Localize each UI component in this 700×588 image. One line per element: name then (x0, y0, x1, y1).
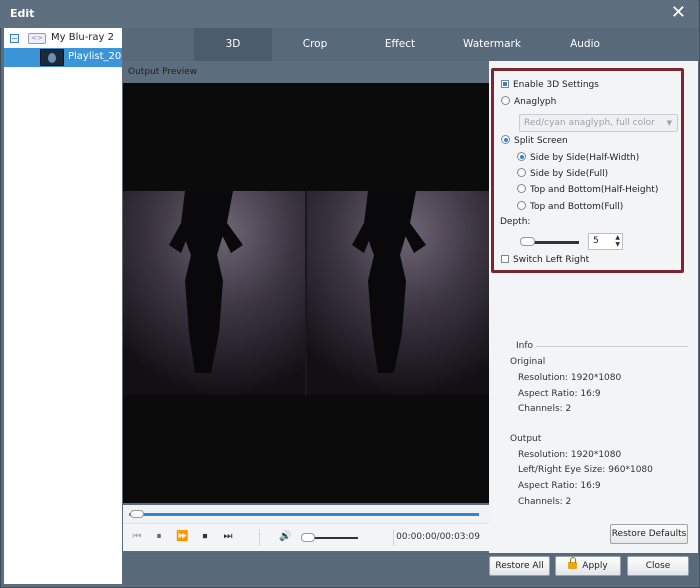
skip-forward-icon[interactable]: ⏭ (222, 531, 234, 543)
volume-icon[interactable]: 🔊 (279, 531, 291, 543)
original-channels: Channels: 2 (518, 404, 572, 414)
3d-settings-box: Enable 3D Settings Anaglyph Red/cyan ana… (491, 68, 684, 273)
chevron-down-icon: ▼ (666, 119, 672, 127)
seek-track (129, 513, 479, 516)
output-eye-size: Left/Right Eye Size: 960*1080 (518, 465, 653, 475)
tab-effect[interactable]: Effect (365, 28, 435, 61)
close-icon[interactable]: ✕ (671, 3, 686, 23)
side-by-side-half-radio[interactable]: Side by Side(Half-Width) (517, 152, 639, 163)
split-option-label: Side by Side(Half-Width) (530, 153, 640, 163)
top-bottom-full-radio[interactable]: Top and Bottom(Full) (517, 201, 623, 212)
restore-all-button[interactable]: Restore All (489, 556, 550, 576)
close-button[interactable]: Close (627, 556, 689, 576)
fast-forward-icon[interactable]: ⏩ (176, 531, 188, 543)
source-tree: − <> My Blu-ray 2 Playlist_200 (4, 28, 128, 584)
output-preview-label: Output Preview (128, 67, 198, 77)
radio-selected-icon (501, 135, 510, 144)
tab-crop[interactable]: Crop (280, 28, 350, 61)
output-channels: Channels: 2 (518, 497, 572, 507)
preview-frame-image (123, 83, 489, 503)
anaglyph-dropdown-value: Red/cyan anaglyph, full color (524, 118, 655, 128)
bluray-disc-icon: <> (28, 33, 46, 44)
switch-left-right-checkbox[interactable]: Switch Left Right (501, 255, 589, 265)
depth-spinbox[interactable]: 5 ▲ ▼ (588, 233, 623, 250)
split-option-label: Side by Side(Full) (530, 169, 609, 179)
pause-icon[interactable]: ⏸ (153, 531, 165, 543)
playlist-thumbnail (40, 49, 64, 66)
apply-label: Apply (582, 561, 608, 571)
radio-icon (517, 201, 526, 210)
anaglyph-label: Anaglyph (514, 97, 557, 107)
radio-selected-icon (517, 152, 526, 161)
enable-3d-checkbox[interactable]: Enable 3D Settings (501, 80, 599, 90)
split-option-label: Top and Bottom(Full) (530, 202, 624, 212)
output-heading: Output (510, 434, 542, 444)
radio-icon (517, 168, 526, 177)
tab-watermark[interactable]: Watermark (452, 28, 532, 61)
anaglyph-dropdown[interactable]: Red/cyan anaglyph, full color ▼ (519, 114, 678, 132)
checkbox-icon (501, 255, 509, 263)
apply-button[interactable]: Apply (555, 556, 621, 576)
info-heading: Info (513, 341, 537, 351)
collapse-icon[interactable]: − (10, 34, 19, 43)
spin-arrows-icon[interactable]: ▲ ▼ (615, 234, 620, 248)
tab-audio[interactable]: Audio (550, 28, 620, 61)
output-resolution: Resolution: 1920*1080 (518, 450, 622, 460)
output-aspect-ratio: Aspect Ratio: 16:9 (518, 481, 601, 491)
split-option-label: Top and Bottom(Half-Height) (530, 185, 659, 195)
video-preview (123, 83, 489, 503)
volume-handle[interactable] (301, 533, 315, 542)
top-bottom-half-radio[interactable]: Top and Bottom(Half-Height) (517, 184, 658, 195)
tree-playlist-item[interactable]: Playlist_200 (4, 48, 128, 67)
depth-label: Depth: (500, 217, 531, 227)
anaglyph-radio[interactable]: Anaglyph (501, 96, 556, 107)
playback-controls: ⏮ ⏸ ⏩ ⏹ ⏭ 🔊 00:00:00/00:03:09 (123, 523, 489, 551)
timecode: 00:00:00/00:03:09 (396, 532, 480, 542)
divider (259, 529, 260, 546)
checkbox-checked-icon (501, 80, 509, 88)
lock-icon (568, 557, 578, 569)
side-by-side-full-radio[interactable]: Side by Side(Full) (517, 168, 608, 179)
title-bar: Edit ✕ (0, 0, 698, 28)
enable-3d-label: Enable 3D Settings (513, 80, 599, 90)
radio-icon (501, 96, 510, 105)
restore-defaults-button[interactable]: Restore Defaults (610, 524, 688, 544)
split-screen-radio[interactable]: Split Screen (501, 135, 568, 146)
tree-root-label: My Blu-ray 2 (51, 32, 115, 43)
tab-3d[interactable]: 3D (194, 28, 272, 61)
seek-bar[interactable] (123, 505, 489, 523)
depth-slider-handle[interactable] (520, 237, 535, 246)
skip-back-icon[interactable]: ⏮ (131, 531, 143, 543)
window-title: Edit (10, 7, 35, 20)
switch-left-right-label: Switch Left Right (513, 255, 590, 265)
tree-playlist-label: Playlist_200 (68, 51, 128, 62)
depth-value: 5 (593, 236, 599, 246)
split-screen-label: Split Screen (514, 136, 568, 146)
original-aspect-ratio: Aspect Ratio: 16:9 (518, 389, 601, 399)
stop-icon[interactable]: ⏹ (199, 531, 211, 543)
info-divider (530, 346, 688, 347)
original-heading: Original (510, 357, 546, 367)
tree-root-item[interactable]: − <> My Blu-ray 2 (4, 29, 122, 48)
edit-tabs: 3D Crop Effect Watermark Audio (122, 28, 698, 61)
divider (393, 529, 394, 546)
radio-icon (517, 184, 526, 193)
original-resolution: Resolution: 1920*1080 (518, 373, 622, 383)
seek-handle[interactable] (130, 510, 144, 518)
